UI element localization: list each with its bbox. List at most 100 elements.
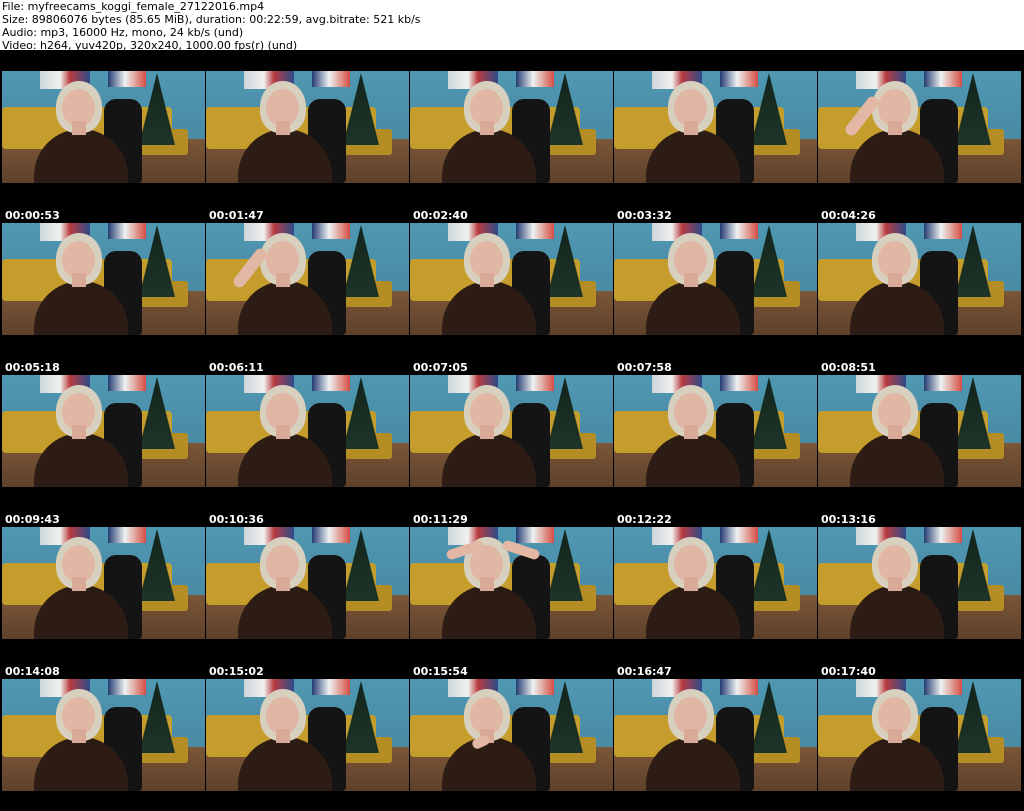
thumbnail-tile[interactable]: 00:09:43 bbox=[2, 375, 205, 527]
wall-poster bbox=[924, 223, 962, 239]
wall-poster bbox=[516, 223, 554, 239]
wall-poster bbox=[516, 527, 554, 543]
video-frame-thumbnail[interactable] bbox=[614, 679, 817, 791]
thumbnail-tile[interactable]: 00:17:40 bbox=[818, 527, 1021, 679]
person-neck bbox=[72, 121, 86, 135]
wall-poster bbox=[108, 71, 146, 87]
thumbnail-timestamp: 00:07:58 bbox=[617, 361, 672, 374]
video-frame-thumbnail[interactable] bbox=[614, 71, 817, 183]
thumbnail-timestamp: 00:08:51 bbox=[821, 361, 876, 374]
wall-poster bbox=[312, 375, 350, 391]
thumbnail-timestamp: 00:17:40 bbox=[821, 665, 876, 678]
video-frame-thumbnail[interactable] bbox=[2, 375, 205, 487]
wall-poster bbox=[720, 375, 758, 391]
thumbnail-tile[interactable]: 00:02:40 bbox=[410, 71, 613, 223]
person-neck bbox=[684, 729, 698, 743]
thumbnail-tile[interactable]: 00:12:22 bbox=[614, 375, 817, 527]
thumbnail-timestamp: 00:01:47 bbox=[209, 209, 264, 222]
thumbnail-tile[interactable]: 00:06:11 bbox=[206, 223, 409, 375]
video-frame-thumbnail[interactable] bbox=[206, 527, 409, 639]
video-frame-thumbnail[interactable] bbox=[410, 71, 613, 183]
person-neck bbox=[888, 577, 902, 591]
thumbnail-tile[interactable]: 00:03:32 bbox=[614, 71, 817, 223]
video-frame-thumbnail[interactable] bbox=[2, 71, 205, 183]
video-frame-thumbnail[interactable] bbox=[410, 375, 613, 487]
video-frame-thumbnail[interactable] bbox=[614, 527, 817, 639]
person-neck bbox=[276, 121, 290, 135]
audio-info-line: Audio: mp3, 16000 Hz, mono, 24 kb/s (und… bbox=[2, 26, 244, 39]
video-frame-thumbnail[interactable] bbox=[410, 223, 613, 335]
thumbnail-tile[interactable]: 00:15:02 bbox=[206, 527, 409, 679]
video-frame-thumbnail[interactable] bbox=[410, 527, 613, 639]
person-neck bbox=[276, 273, 290, 287]
person-neck bbox=[684, 425, 698, 439]
thumbnail-tile[interactable]: 00:05:18 bbox=[2, 223, 205, 375]
thumbnail-timestamp: 00:05:18 bbox=[5, 361, 60, 374]
person-neck bbox=[276, 729, 290, 743]
person-neck bbox=[888, 729, 902, 743]
video-frame-thumbnail[interactable] bbox=[2, 527, 205, 639]
thumbnail-timestamp: 00:02:40 bbox=[413, 209, 468, 222]
thumbnail-timestamp: 00:12:22 bbox=[617, 513, 672, 526]
video-frame-thumbnail[interactable] bbox=[818, 527, 1021, 639]
file-name-line: File: myfreecams_koggi_female_27122016.m… bbox=[2, 0, 265, 13]
thumbnail-tile[interactable]: 00:21:12 bbox=[614, 679, 817, 811]
thumbnail-timestamp: 00:15:54 bbox=[413, 665, 468, 678]
thumbnail-timestamp: 00:06:11 bbox=[209, 361, 264, 374]
video-frame-thumbnail[interactable] bbox=[410, 679, 613, 791]
thumbnail-timestamp: 00:15:02 bbox=[209, 665, 264, 678]
thumbnail-tile[interactable]: 00:20:19 bbox=[410, 679, 613, 811]
person-neck bbox=[888, 121, 902, 135]
video-frame-thumbnail[interactable] bbox=[818, 679, 1021, 791]
person-neck bbox=[888, 425, 902, 439]
file-info-header: File: myfreecams_koggi_female_27122016.m… bbox=[0, 0, 1024, 52]
thumbnail-tile[interactable]: 00:19:27 bbox=[206, 679, 409, 811]
wall-poster bbox=[516, 679, 554, 695]
video-frame-thumbnail[interactable] bbox=[614, 375, 817, 487]
video-frame-thumbnail[interactable] bbox=[206, 223, 409, 335]
thumbnail-tile[interactable]: 00:22:06 bbox=[818, 679, 1021, 811]
thumbnail-tile[interactable]: 00:08:51 bbox=[818, 223, 1021, 375]
wall-poster bbox=[720, 527, 758, 543]
wall-poster bbox=[312, 679, 350, 695]
thumbnail-tile[interactable]: 00:18:34 bbox=[2, 679, 205, 811]
thumbnail-timestamp: 00:16:47 bbox=[617, 665, 672, 678]
thumbnail-tile[interactable]: 00:07:58 bbox=[614, 223, 817, 375]
thumbnail-timestamp: 00:14:08 bbox=[5, 665, 60, 678]
thumbnail-tile[interactable]: 00:13:16 bbox=[818, 375, 1021, 527]
video-frame-thumbnail[interactable] bbox=[818, 223, 1021, 335]
wall-poster bbox=[924, 527, 962, 543]
wall-poster bbox=[108, 527, 146, 543]
thumbnail-tile[interactable]: 00:07:05 bbox=[410, 223, 613, 375]
thumbnail-tile[interactable]: 00:10:36 bbox=[206, 375, 409, 527]
thumbnail-tile[interactable]: 00:16:47 bbox=[614, 527, 817, 679]
thumbnail-timestamp: 00:07:05 bbox=[413, 361, 468, 374]
thumbnail-timestamp: 00:00:53 bbox=[5, 209, 60, 222]
video-frame-thumbnail[interactable] bbox=[818, 71, 1021, 183]
person-neck bbox=[684, 273, 698, 287]
video-frame-thumbnail[interactable] bbox=[206, 679, 409, 791]
person-neck bbox=[72, 729, 86, 743]
video-frame-thumbnail[interactable] bbox=[206, 71, 409, 183]
wall-poster bbox=[720, 71, 758, 87]
thumbnail-tile[interactable]: 00:01:47 bbox=[206, 71, 409, 223]
video-frame-thumbnail[interactable] bbox=[818, 375, 1021, 487]
thumbnail-tile[interactable]: 00:04:26 bbox=[818, 71, 1021, 223]
thumbnail-tile[interactable]: 00:00:53 bbox=[2, 71, 205, 223]
video-frame-thumbnail[interactable] bbox=[614, 223, 817, 335]
video-frame-thumbnail[interactable] bbox=[206, 375, 409, 487]
wall-poster bbox=[108, 375, 146, 391]
thumbnail-tile[interactable]: 00:11:29 bbox=[410, 375, 613, 527]
thumbnail-timestamp: 00:04:26 bbox=[821, 209, 876, 222]
video-frame-thumbnail[interactable] bbox=[2, 679, 205, 791]
thumbnail-tile[interactable]: 00:14:08 bbox=[2, 527, 205, 679]
person-neck bbox=[480, 273, 494, 287]
thumbnail-tile[interactable]: 00:15:54 bbox=[410, 527, 613, 679]
thumbnail-timestamp: 00:13:16 bbox=[821, 513, 876, 526]
wall-poster bbox=[312, 527, 350, 543]
wall-poster bbox=[924, 375, 962, 391]
person-neck bbox=[480, 577, 494, 591]
person-neck bbox=[72, 273, 86, 287]
wall-poster bbox=[516, 375, 554, 391]
video-frame-thumbnail[interactable] bbox=[2, 223, 205, 335]
